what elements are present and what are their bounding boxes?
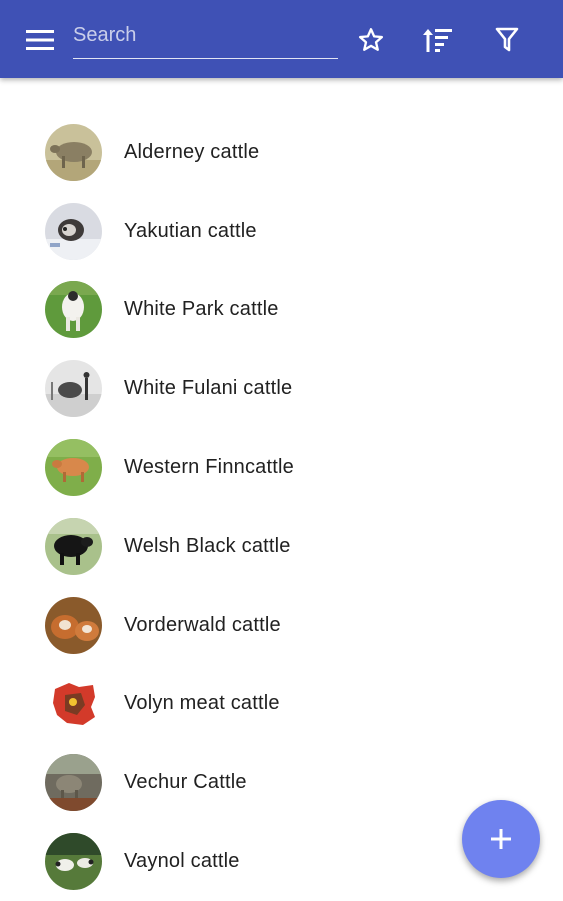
plus-icon — [491, 829, 511, 849]
list-item-label: Western Finncattle — [124, 456, 294, 479]
add-button[interactable] — [462, 800, 540, 878]
list-item[interactable]: White Fulani cattle — [0, 349, 563, 428]
favorites-button[interactable] — [351, 20, 391, 60]
search-input[interactable] — [73, 16, 338, 54]
breed-thumbnail — [45, 517, 102, 575]
breed-thumbnail — [45, 202, 102, 260]
list-item[interactable]: Western Finncattle — [0, 428, 563, 507]
star-outline-icon — [358, 28, 384, 51]
list-item-label: White Fulani cattle — [124, 377, 293, 400]
list-item-label: Alderney cattle — [124, 140, 260, 163]
breed-thumbnail — [45, 360, 102, 418]
filter-icon — [495, 27, 519, 52]
list-item[interactable]: Alderney cattle — [0, 113, 563, 192]
list-item-label: White Park cattle — [124, 298, 279, 321]
list-item-label: Vorderwald cattle — [124, 613, 281, 636]
breed-thumbnail — [45, 833, 102, 891]
breed-thumbnail — [45, 439, 102, 497]
filter-button[interactable] — [487, 20, 527, 60]
sort-button[interactable] — [418, 20, 458, 60]
breed-thumbnail — [45, 675, 102, 733]
app-bar — [0, 0, 563, 78]
list-item[interactable]: Vorderwald cattle — [0, 586, 563, 665]
search-field — [73, 16, 338, 59]
list-item[interactable]: Yakutian cattle — [0, 192, 563, 271]
list-item[interactable]: White Park cattle — [0, 271, 563, 350]
list-item-label: Vechur Cattle — [124, 771, 247, 794]
hamburger-menu-icon — [26, 30, 54, 50]
breed-list: Alderney cattle Yakutian cattle White Pa… — [0, 113, 563, 901]
breed-thumbnail — [45, 596, 102, 654]
breed-thumbnail — [45, 281, 102, 339]
list-item[interactable]: Welsh Black cattle — [0, 507, 563, 586]
breed-thumbnail — [45, 123, 102, 181]
list-item-label: Volyn meat cattle — [124, 692, 280, 715]
list-item-label: Yakutian cattle — [124, 219, 257, 242]
list-item[interactable]: Volyn meat cattle — [0, 665, 563, 744]
list-item-label: Vaynol cattle — [124, 850, 240, 873]
sort-icon — [423, 29, 452, 52]
breed-thumbnail — [45, 754, 102, 812]
list-item-label: Welsh Black cattle — [124, 534, 291, 557]
menu-button[interactable] — [20, 20, 60, 60]
